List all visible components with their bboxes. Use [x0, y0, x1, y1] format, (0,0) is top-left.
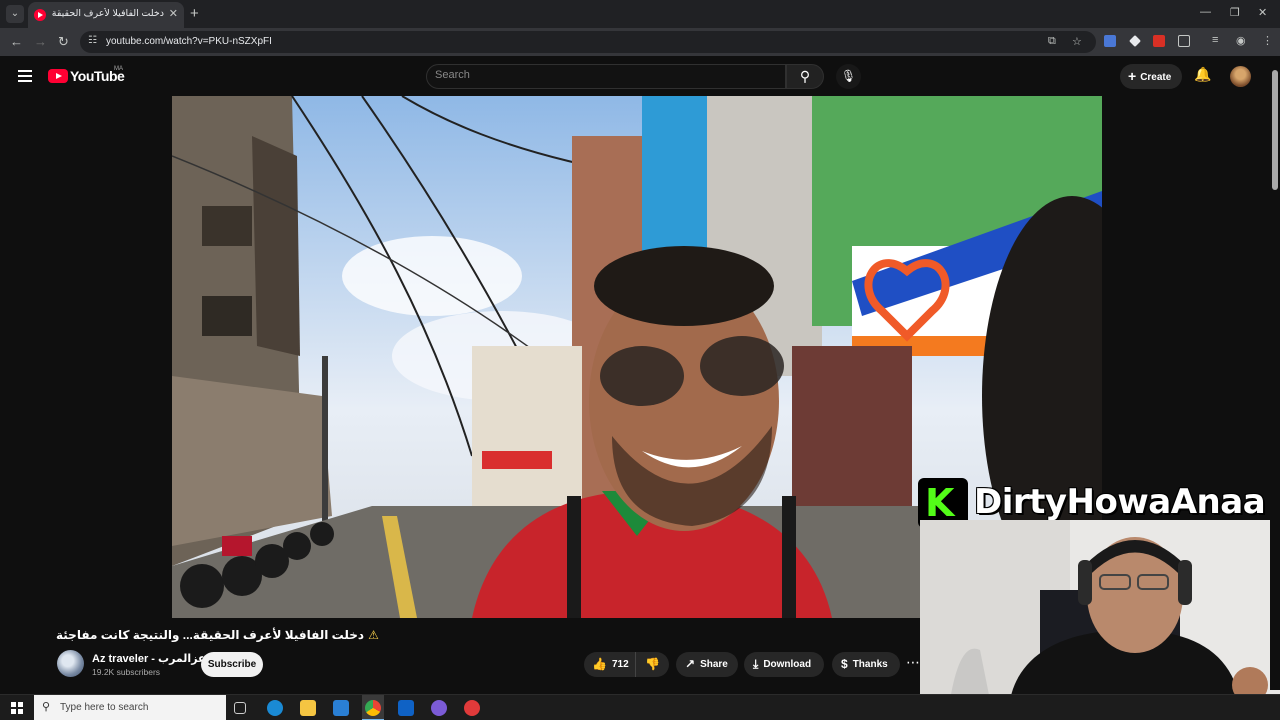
search-box[interactable] — [426, 64, 786, 89]
download-button[interactable]: ⤓ Download — [744, 652, 824, 677]
thumbs-up-icon: 👍 — [592, 657, 607, 671]
back-arrow-icon[interactable]: ← — [10, 34, 23, 49]
thanks-label: Thanks — [852, 659, 888, 670]
tab-search-button[interactable]: ⌄ — [6, 5, 24, 23]
file-explorer-icon[interactable] — [300, 700, 316, 716]
taskbar-search-box[interactable]: ⚲ Type here to search — [34, 695, 226, 720]
reload-icon[interactable]: ↻ — [58, 34, 69, 50]
like-count: 712 — [611, 659, 629, 670]
like-button[interactable]: 👍 712 — [584, 652, 636, 677]
super-thanks-icon: $ — [841, 657, 848, 671]
share-label: Share — [700, 659, 728, 670]
minimize-button[interactable]: — — [1200, 6, 1211, 18]
windows-taskbar: ⚲ Type here to search — [0, 694, 1280, 720]
youtube-header: YouTube MA ⚲ 🎙 +Create 🔔 — [0, 56, 1280, 96]
video-title-text: دخلت الفافيلا لأعرف الحقيقة... والنتيجة … — [56, 628, 365, 642]
streamer-name: DirtyHowaAnaa — [974, 482, 1266, 522]
search-input[interactable] — [435, 69, 775, 81]
tab-title: دخلت الفافيلا لأعرف الحقيقة... — [52, 8, 164, 19]
search-button[interactable]: ⚲ — [786, 64, 824, 89]
forward-arrow-icon[interactable]: → — [34, 34, 47, 49]
page-scrollbar[interactable] — [1270, 60, 1280, 690]
webcam-feed — [920, 520, 1280, 700]
search-icon: ⚲ — [799, 68, 811, 84]
close-tab-icon[interactable]: ✕ — [169, 7, 178, 20]
install-app-icon[interactable]: ⧉ — [1048, 35, 1056, 48]
webcam-image — [920, 520, 1280, 700]
dislike-button[interactable]: 👎 — [636, 652, 669, 677]
download-icon: ⤓ — [753, 657, 759, 671]
browser-toolbar: ← → ↻ ☷ youtube.com/watch?v=PKU-nSZXpFI … — [0, 28, 1280, 56]
app-red-icon[interactable] — [464, 700, 480, 716]
notifications-bell-icon[interactable]: 🔔 — [1194, 66, 1211, 83]
thanks-button[interactable]: $ Thanks — [832, 652, 900, 677]
voice-search-button[interactable]: 🎙 — [836, 64, 861, 89]
youtube-logo-icon[interactable] — [48, 69, 68, 83]
new-tab-button[interactable]: + — [190, 5, 199, 22]
chrome-icon[interactable] — [365, 700, 381, 716]
channel-avatar[interactable] — [57, 650, 84, 677]
taskbar-search-icon: ⚲ — [42, 701, 51, 713]
warning-icon: ⚠ — [368, 628, 379, 642]
scrollbar-thumb[interactable] — [1272, 70, 1278, 190]
thumbs-down-icon: 👎 — [645, 657, 660, 671]
url-text: youtube.com/watch?v=PKU-nSZXpFI — [106, 36, 272, 47]
browser-menu-icon[interactable]: ⋮ — [1262, 34, 1273, 47]
subscriber-count: 19.2K subscribers — [92, 667, 161, 677]
extension-red-icon[interactable] — [1153, 35, 1165, 47]
extensions-puzzle-icon[interactable] — [1178, 35, 1190, 47]
microsoft-store-icon[interactable] — [333, 700, 349, 716]
youtube-favicon-icon — [34, 9, 46, 21]
subscribe-button[interactable]: Subscribe — [201, 652, 263, 677]
kick-letter: K — [925, 481, 955, 525]
download-label: Download — [763, 659, 812, 670]
microphone-icon: 🎙 — [840, 69, 857, 83]
taskbar-search-placeholder: Type here to search — [60, 702, 149, 713]
share-button[interactable]: ↗ Share — [676, 652, 738, 677]
edge-icon[interactable] — [267, 700, 283, 716]
bookmark-star-icon[interactable]: ☆ — [1072, 35, 1082, 48]
account-avatar[interactable] — [1230, 66, 1251, 87]
site-info-icon[interactable]: ☷ — [88, 35, 97, 46]
app-purple-icon[interactable] — [431, 700, 447, 716]
create-label: Create — [1140, 72, 1172, 83]
video-title: دخلت الفافيلا لأعرف الحقيقة... والنتيجة … — [56, 628, 379, 642]
channel-name[interactable]: Az traveler - عزالمرب — [92, 652, 206, 665]
windows-start-icon[interactable] — [11, 702, 23, 714]
more-actions-icon[interactable]: ⋯ — [906, 654, 920, 671]
restore-button[interactable]: ❐ — [1230, 6, 1240, 19]
extension-diamond-icon[interactable] — [1129, 35, 1141, 47]
reading-list-icon[interactable]: ≡ — [1212, 34, 1218, 46]
address-bar[interactable]: ☷ youtube.com/watch?v=PKU-nSZXpFI ⧉ ☆ — [80, 31, 1096, 53]
share-arrow-icon: ↗ — [685, 657, 696, 671]
browser-tab-active[interactable]: دخلت الفافيلا لأعرف الحقيقة... ✕ — [28, 2, 184, 28]
menu-hamburger-icon[interactable] — [18, 70, 32, 82]
create-button[interactable]: + Create — [1120, 64, 1182, 89]
outlook-icon[interactable] — [398, 700, 414, 716]
profile-icon[interactable]: ◉ — [1236, 34, 1246, 47]
plus-icon: + — [1128, 68, 1137, 84]
close-window-button[interactable]: ✕ — [1258, 6, 1267, 19]
country-code: MA — [114, 66, 123, 72]
translate-extension-icon[interactable] — [1104, 35, 1116, 47]
like-dislike-group: 👍 712 👎 — [584, 652, 669, 677]
browser-tab-strip: ⌄ دخلت الفافيلا لأعرف الحقيقة... ✕ + — ❐… — [0, 0, 1280, 28]
task-view-icon[interactable] — [234, 702, 246, 714]
streamer-overlay: K DirtyHowaAnaa — [918, 478, 1280, 528]
